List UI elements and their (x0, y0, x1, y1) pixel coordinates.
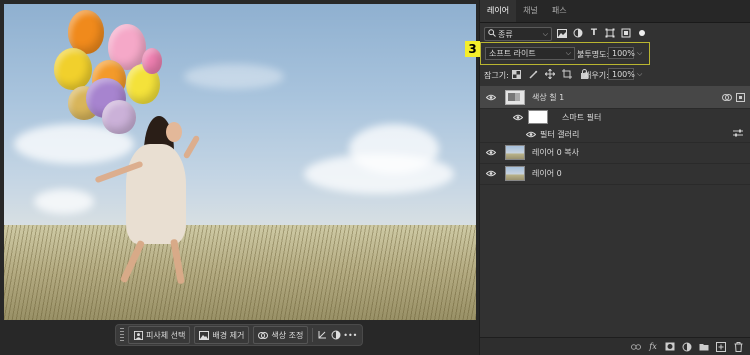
panel-tabs: 레이어 채널 패스 (480, 0, 750, 23)
smart-filter-row[interactable]: 스마트 필터 (480, 108, 750, 126)
smart-filter-label: 스마트 필터 (562, 112, 602, 122)
layer-row-color-fill[interactable]: 색상 칠 1 (480, 86, 750, 109)
new-group-folder-icon[interactable] (699, 342, 709, 352)
new-layer-icon[interactable] (716, 341, 726, 352)
filter-kind-label: 종류 (498, 29, 513, 39)
color-adjust-button[interactable]: 색상 조정 (253, 326, 309, 344)
blend-mode-select[interactable]: 소프트 라이트 ⌵ (485, 47, 575, 60)
filter-blending-options-icon[interactable] (733, 129, 743, 139)
lock-transparent-pixels-icon[interactable] (510, 68, 522, 80)
fill-label: 채우기: (584, 71, 609, 80)
pixel-layer-filter-icon[interactable] (556, 27, 568, 39)
contextual-task-bar: 피사체 선택 배경 제거 색상 조정 ••• (115, 324, 363, 346)
layer-thumbnail (505, 145, 525, 160)
more-options-icon[interactable]: ••• (343, 330, 357, 340)
select-subject-button[interactable]: 피사체 선택 (128, 326, 191, 344)
crop-transform-icon[interactable] (317, 330, 327, 340)
filter-toggle-icon[interactable] (636, 27, 648, 39)
select-subject-label: 피사체 선택 (146, 330, 186, 340)
fill-chevron-icon[interactable]: ⌵ (637, 70, 642, 79)
opacity-chevron-icon[interactable]: ⌵ (637, 49, 642, 58)
add-mask-icon[interactable] (665, 342, 675, 352)
chevron-down-icon: ⌵ (542, 29, 548, 38)
lock-artboard-icon[interactable] (561, 68, 573, 80)
lock-label: 잠그기: (484, 71, 509, 80)
visibility-eye-icon[interactable] (485, 147, 497, 159)
layer-name: 레이어 0 (532, 169, 562, 178)
tab-channels[interactable]: 채널 (516, 0, 545, 22)
half-circle-icon[interactable] (331, 330, 341, 340)
lock-position-icon[interactable] (544, 68, 556, 80)
adjustment-icon (258, 330, 269, 340)
layer-name: 색상 칠 1 (532, 92, 565, 102)
opacity-label: 불투명도: (577, 50, 610, 59)
layer-row-copy[interactable]: 레이어 0 복사 (480, 142, 750, 164)
tab-paths[interactable]: 패스 (545, 0, 574, 22)
image-icon (199, 330, 210, 340)
remove-background-label: 배경 제거 (212, 330, 245, 340)
fx-layer-style-icon[interactable]: fx (648, 342, 658, 352)
smart-object-badge-icon (722, 92, 745, 102)
layers-panel-footer: fx (480, 337, 750, 355)
filter-gallery-row[interactable]: 필터 갤러리 (480, 126, 750, 143)
adjustment-layer-filter-icon[interactable] (572, 27, 584, 39)
layer-thumbnail (505, 89, 525, 105)
color-adjust-label: 색상 조정 (271, 330, 304, 340)
layer-name: 레이어 0 복사 (532, 148, 579, 157)
new-adjustment-layer-icon[interactable] (682, 342, 692, 352)
visibility-eye-icon[interactable] (485, 168, 497, 180)
remove-background-button[interactable]: 배경 제거 (194, 326, 250, 344)
document-photo[interactable] (4, 4, 476, 320)
annotation-number-badge: 3 (465, 41, 480, 57)
filter-gallery-label: 필터 갤러리 (540, 129, 580, 139)
tab-layers[interactable]: 레이어 (480, 0, 517, 22)
canvas-area: 피사체 선택 배경 제거 색상 조정 ••• (0, 0, 478, 355)
type-layer-filter-icon[interactable]: T (588, 27, 600, 39)
link-layers-icon[interactable] (631, 342, 641, 352)
person-icon (133, 330, 143, 340)
fill-input[interactable]: 100% (608, 68, 635, 80)
shape-layer-filter-icon[interactable] (604, 27, 616, 39)
layer-filter-select[interactable]: 종류 ⌵ (484, 27, 552, 41)
visibility-eye-icon[interactable] (512, 111, 524, 123)
visibility-eye-icon[interactable] (525, 128, 537, 140)
search-icon (488, 29, 496, 39)
layers-panel: 레이어 채널 패스 종류 ⌵ T 3 소프트 라이트 ⌵ 불투명도: 100% … (465, 0, 750, 355)
lock-image-pixels-icon[interactable] (527, 68, 539, 80)
smart-filter-mask-thumbnail (528, 110, 548, 124)
layer-thumbnail (505, 166, 525, 181)
chevron-down-icon: ⌵ (565, 49, 571, 57)
delete-layer-trash-icon[interactable] (733, 341, 743, 352)
blend-mode-value: 소프트 라이트 (489, 49, 536, 58)
smart-object-filter-icon[interactable] (620, 27, 632, 39)
layer-row-base[interactable]: 레이어 0 (480, 163, 750, 185)
opacity-input[interactable]: 100% (608, 47, 635, 59)
visibility-eye-icon[interactable] (485, 91, 497, 103)
drag-handle-icon[interactable] (120, 328, 124, 342)
